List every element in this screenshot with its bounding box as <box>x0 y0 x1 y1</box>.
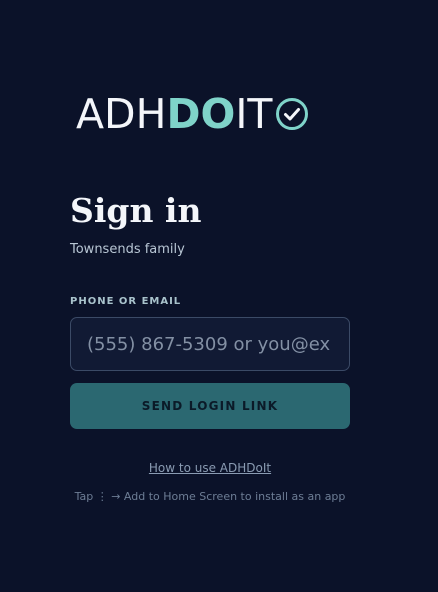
page-title: Sign in <box>70 191 202 230</box>
app-logo: ADH DO IT <box>76 92 309 136</box>
logo-text-adh: ADH <box>76 90 167 138</box>
logo-text-do: DO <box>166 90 236 138</box>
send-login-link-button[interactable]: SEND LOGIN LINK <box>70 383 350 429</box>
family-subtitle: Townsends family <box>70 242 185 257</box>
how-to-use-link[interactable]: How to use ADHDoIt <box>149 461 271 475</box>
logo-text-it: IT <box>235 90 273 138</box>
help-link-container: How to use ADHDoIt <box>0 460 420 476</box>
check-circle-icon <box>276 98 309 130</box>
phone-or-email-input[interactable] <box>70 317 350 371</box>
install-hint: Tap ⋮ → Add to Home Screen to install as… <box>74 490 346 503</box>
phone-or-email-label: PHONE OR EMAIL <box>70 296 182 307</box>
